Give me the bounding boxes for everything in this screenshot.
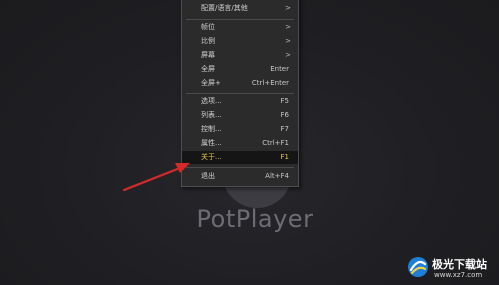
submenu-arrow-icon: > — [285, 23, 291, 31]
menu-item-label: 全屏 — [201, 65, 215, 73]
menu-item-label: 帧位 — [201, 23, 215, 31]
menu-separator — [186, 19, 294, 20]
menu-item-label: 比例 — [201, 37, 215, 45]
menu-item-playlist[interactable]: 列表... F6 — [182, 109, 298, 122]
watermark: 极光下载站 www.xz7.com — [407, 254, 497, 282]
potplayer-window: PotPlayer 配置/语言/其他 > 帧位 > 比例 > 屏幕 > 全屏 E… — [0, 0, 499, 285]
menu-item-fullscreen-plus[interactable]: 全屏+ Ctrl+Enter — [182, 77, 298, 90]
menu-item-label: 屏幕 — [201, 51, 215, 59]
watermark-url: www.xz7.com — [434, 271, 483, 279]
menu-item-about[interactable]: 关于... F1 — [182, 151, 298, 164]
aurora-logo-icon — [408, 257, 428, 277]
menu-separator — [186, 167, 294, 168]
menu-item-shortcut: F1 — [280, 153, 289, 161]
menu-item-label: 列表... — [201, 111, 222, 119]
menu-item-label: 选项... — [201, 97, 222, 105]
menu-item-frame[interactable]: 帧位 > — [182, 21, 298, 34]
menu-item-shortcut: Ctrl+Enter — [251, 79, 289, 87]
app-name-text: PotPlayer — [196, 205, 314, 233]
menu-item-properties[interactable]: 属性... Ctrl+F1 — [182, 137, 298, 150]
menu-item-shortcut: Ctrl+F1 — [262, 139, 289, 147]
context-menu: 配置/语言/其他 > 帧位 > 比例 > 屏幕 > 全屏 Enter 全屏+ C… — [181, 0, 299, 187]
menu-item-label: 控制... — [201, 125, 222, 133]
submenu-arrow-icon: > — [285, 37, 291, 45]
menu-item-shortcut: Alt+F4 — [265, 172, 289, 180]
menu-item-shortcut: F5 — [280, 97, 289, 105]
menu-item-label: 属性... — [201, 139, 222, 147]
menu-item-label: 配置/语言/其他 — [201, 4, 248, 12]
menu-item-exit[interactable]: 退出 Alt+F4 — [182, 170, 298, 183]
menu-item-label: 全屏+ — [201, 79, 221, 87]
menu-item-control[interactable]: 控制... F7 — [182, 123, 298, 136]
submenu-arrow-icon: > — [285, 51, 291, 59]
submenu-arrow-icon: > — [285, 4, 291, 12]
menu-item-options[interactable]: 选项... F5 — [182, 95, 298, 108]
menu-item-shortcut: Enter — [270, 65, 289, 73]
menu-separator — [186, 93, 294, 94]
menu-item-screen[interactable]: 屏幕 > — [182, 49, 298, 62]
menu-item-fullscreen[interactable]: 全屏 Enter — [182, 63, 298, 76]
menu-item-shortcut: F6 — [280, 111, 289, 119]
menu-item-ratio[interactable]: 比例 > — [182, 35, 298, 48]
menu-item-config-language-other[interactable]: 配置/语言/其他 > — [182, 2, 298, 15]
menu-item-label: 关于... — [201, 153, 222, 161]
watermark-title: 极光下载站 — [432, 258, 487, 271]
menu-item-label: 退出 — [201, 172, 215, 180]
menu-item-shortcut: F7 — [280, 125, 289, 133]
